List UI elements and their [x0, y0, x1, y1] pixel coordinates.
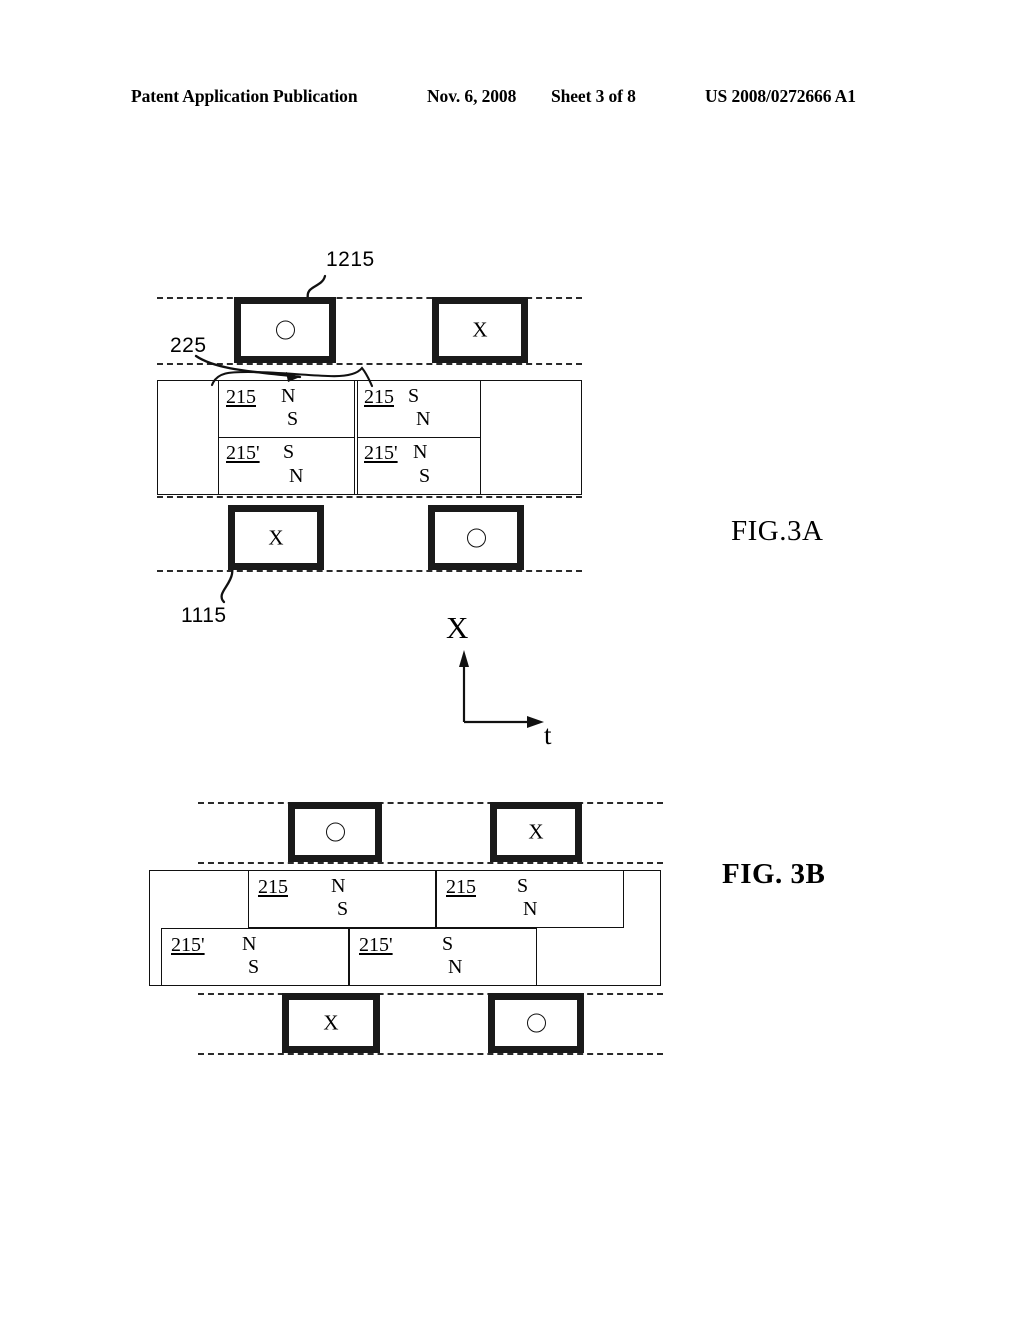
figure-3b-caption: FIG. 3B — [722, 858, 826, 890]
cross-icon: X — [528, 819, 544, 844]
magnet-pole-n: N — [289, 465, 304, 487]
magnet-cell-215p-right-3b: 215' S N — [349, 928, 537, 986]
axis-label-t: t — [544, 720, 552, 750]
guide-rail-3a-2 — [157, 363, 582, 365]
cross-icon: X — [323, 1010, 339, 1035]
magnet-ref-215: 215 — [226, 386, 256, 408]
circle-icon — [435, 528, 517, 547]
magnet-pole-n: N — [448, 956, 463, 978]
magnet-ref-215: 215 — [364, 386, 394, 408]
magnet-cell-215p-left-3b: 215' N S — [161, 928, 349, 986]
magnet-pole-s: S — [283, 441, 295, 463]
coil-top-right-3a[interactable]: X — [432, 297, 528, 363]
coil-bottom-right-3b[interactable] — [488, 993, 584, 1053]
magnet-pole-s: S — [517, 875, 529, 897]
guide-rail-3b-4 — [198, 1053, 663, 1055]
cross-icon: X — [268, 525, 284, 549]
magnet-pole-s: S — [408, 385, 420, 407]
coil-bottom-right-3a[interactable] — [428, 505, 524, 570]
circle-icon — [495, 1014, 577, 1033]
cross-icon: X — [472, 317, 488, 342]
magnet-pole-n: N — [523, 898, 538, 920]
coil-top-left-3b[interactable] — [288, 802, 382, 862]
figure-3a-caption: FIG.3A — [731, 515, 824, 547]
guide-rail-3a-4 — [157, 570, 582, 572]
magnet-pole-s: S — [248, 956, 260, 978]
sheet-number: Sheet 3 of 8 — [551, 86, 636, 106]
magnet-ref-215-prime: 215' — [226, 442, 260, 464]
guide-rail-3b-2 — [198, 862, 663, 864]
callout-1215: 1215 — [326, 248, 375, 271]
publication-label: Patent Application Publication — [131, 86, 358, 106]
magnet-ref-215-prime: 215' — [364, 442, 398, 464]
magnet-ref-215: 215 — [258, 876, 288, 898]
magnet-cell-215-right-3b: 215 S N — [436, 870, 624, 928]
guide-rail-3b-1 — [198, 802, 663, 804]
circle-icon — [295, 823, 375, 842]
magnet-ref-215: 215 — [446, 876, 476, 898]
magnet-pole-n: N — [331, 875, 346, 897]
magnet-ref-215-prime: 215' — [171, 934, 205, 956]
magnet-pole-n: N — [242, 933, 257, 955]
magnet-cell-215p-left-3a: 215' S N — [218, 437, 355, 495]
circle-icon — [241, 321, 329, 340]
magnet-pole-s: S — [337, 898, 349, 920]
magnet-pole-n: N — [416, 408, 431, 430]
publication-date: Nov. 6, 2008 — [427, 86, 517, 106]
magnet-pole-n: N — [413, 441, 428, 463]
callout-225: 225 — [170, 334, 207, 357]
magnet-ref-215-prime: 215' — [359, 934, 393, 956]
magnet-pole-s: S — [287, 408, 299, 430]
coil-bottom-left-3a[interactable]: X — [228, 505, 324, 570]
coil-bottom-left-3b[interactable]: X — [282, 993, 380, 1053]
coil-top-right-3b[interactable]: X — [490, 802, 582, 862]
axis-label-x: X — [446, 610, 469, 645]
magnet-cell-215p-right-3a: 215' N S — [357, 437, 481, 495]
magnet-cell-215-left-3b: 215 N S — [248, 870, 436, 928]
coil-top-left-3a[interactable] — [234, 297, 336, 363]
magnet-cell-215-right-3a: 215 S N — [357, 380, 481, 438]
magnet-pole-s: S — [442, 933, 454, 955]
page-header: Patent Application Publication Nov. 6, 2… — [0, 86, 1024, 112]
callout-1115: 1115 — [181, 604, 227, 627]
axis-indicator: X t — [440, 612, 580, 762]
magnet-pole-s: S — [419, 465, 431, 487]
document-number: US 2008/0272666 A1 — [705, 86, 856, 106]
magnet-pole-n: N — [281, 385, 296, 407]
magnet-cell-215-left-3a: 215 N S — [218, 380, 355, 438]
guide-rail-3a-3 — [157, 496, 582, 498]
guide-rail-3b-3 — [198, 993, 663, 995]
